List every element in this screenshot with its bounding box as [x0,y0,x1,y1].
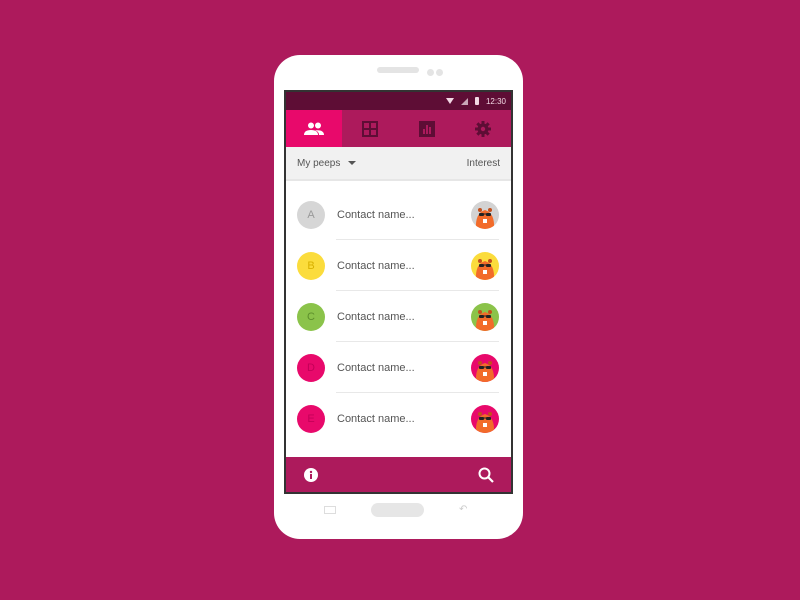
grid-icon [362,120,379,137]
contact-row[interactable]: C Contact name... [286,291,511,342]
contact-avatar[interactable] [471,302,499,331]
contact-name: Contact name... [337,259,415,272]
back-button[interactable]: ↶ [459,505,471,515]
contact-row[interactable]: B Contact name... [286,240,511,291]
hardware-nav-keys: ↶ [274,501,523,517]
tab-people[interactable] [286,110,343,147]
contact-avatar[interactable] [471,251,499,280]
beaver-avatar-icon [471,302,499,331]
wifi-icon [445,98,454,104]
signal-icon [460,97,468,105]
recent-apps-button[interactable] [324,506,336,514]
beaver-avatar-icon [471,353,499,382]
tab-stats[interactable] [399,110,455,147]
tab-grid[interactable] [342,110,398,147]
group-dropdown[interactable]: My peeps [297,157,357,169]
contact-row[interactable]: A Contact name... [286,189,511,240]
bottom-bar [286,457,511,492]
beaver-avatar-icon [471,404,499,433]
contact-initial-badge: D [297,353,325,382]
contact-row[interactable]: E Contact name... [286,393,511,444]
contact-initial-badge: C [297,302,325,331]
contact-name: Contact name... [337,412,415,425]
contact-initial-badge: E [297,404,325,433]
interest-sort-label[interactable]: Interest [467,158,500,169]
info-icon[interactable] [304,467,318,482]
status-bar: 12:30 [286,92,511,110]
contact-row[interactable]: D Contact name... [286,342,511,393]
contact-avatar[interactable] [471,353,499,382]
contact-name: Contact name... [337,361,415,374]
contact-name: Contact name... [337,310,415,323]
battery-icon [474,97,479,105]
search-icon[interactable] [478,467,494,483]
beaver-avatar-icon [471,200,499,229]
contact-initial-badge: A [297,200,325,229]
phone-sensor [436,69,443,76]
status-time: 12:30 [485,96,506,106]
bar-chart-icon [418,120,435,137]
contact-avatar[interactable] [471,200,499,229]
contact-avatar[interactable] [471,404,499,433]
caret-down-icon [348,161,357,165]
filter-bar: My peeps Interest [286,147,511,181]
phone-speaker [377,67,419,73]
tab-settings[interactable] [455,110,511,147]
app-screen: 12:30 My peeps Interest A Contact name..… [284,90,513,494]
contact-list: A Contact name... B Contact name... C Contact… [286,181,511,444]
people-icon [304,122,325,135]
tab-bar [286,110,511,147]
phone-frame: 12:30 My peeps Interest A Contact name..… [274,55,523,539]
contact-initial-badge: B [297,251,325,280]
beaver-avatar-icon [471,251,499,280]
contact-name: Contact name... [337,208,415,221]
home-button[interactable] [371,503,424,517]
group-dropdown-label: My peeps [297,157,341,169]
phone-camera [427,69,434,76]
gear-icon [474,120,491,137]
